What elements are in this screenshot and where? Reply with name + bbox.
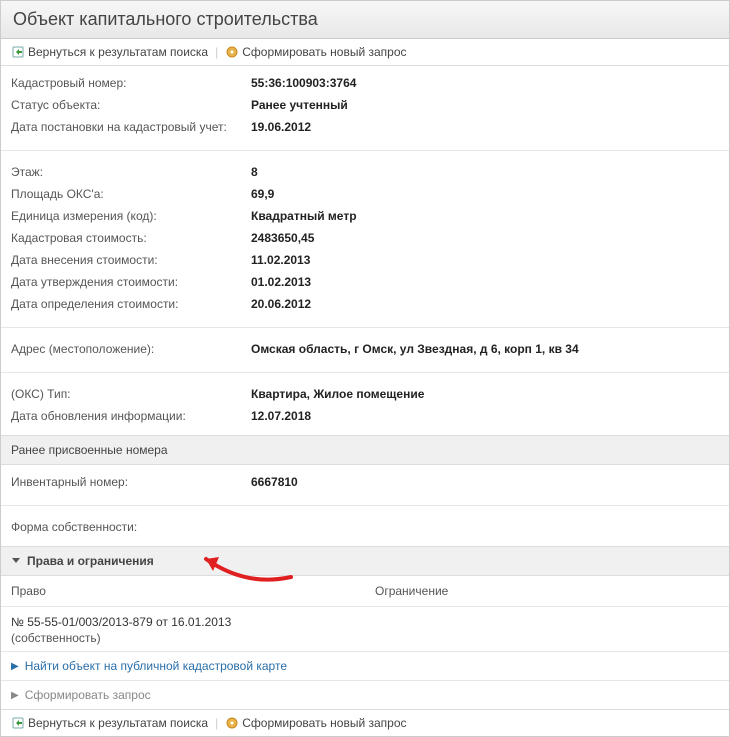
prop-floor: Этаж: 8 — [11, 161, 719, 183]
triangle-right-icon: ▶ — [11, 661, 19, 672]
prop-inventory-number: Инвентарный номер: 6667810 — [11, 471, 719, 493]
label: Адрес (местоположение): — [11, 342, 251, 356]
label: Дата обновления информации: — [11, 409, 251, 423]
prop-oks-type: (ОКС) Тип: Квартира, Жилое помещение — [11, 383, 719, 405]
properties-group-4: (ОКС) Тип: Квартира, Жилое помещение Дат… — [1, 377, 729, 435]
label: Инвентарный номер: — [11, 475, 251, 489]
value: 12.07.2018 — [251, 409, 719, 423]
label: Статус объекта: — [11, 98, 251, 112]
back-to-results-link-bottom[interactable]: Вернуться к результатам поиска — [11, 716, 208, 730]
prop-value-entered: Дата внесения стоимости: 11.02.2013 — [11, 249, 719, 271]
prev-numbers-heading: Ранее присвоенные номера — [1, 435, 729, 465]
value: Ранее учтенный — [251, 98, 719, 112]
value: 6667810 — [251, 475, 719, 489]
label: Единица измерения (код): — [11, 209, 251, 223]
toolbar-bottom: Вернуться к результатам поиска | Сформир… — [1, 709, 729, 736]
prop-address: Адрес (местоположение): Омская область, … — [11, 338, 719, 360]
find-on-map-row: ▶ Найти объект на публичной кадастровой … — [1, 652, 729, 681]
prop-value-approved: Дата утверждения стоимости: 01.02.2013 — [11, 271, 719, 293]
make-request-link[interactable]: Сформировать запрос — [25, 688, 151, 702]
value: 69,9 — [251, 187, 719, 201]
back-label: Вернуться к результатам поиска — [28, 45, 208, 59]
back-label: Вернуться к результатам поиска — [28, 716, 208, 730]
gear-icon — [225, 716, 239, 730]
value: Квартира, Жилое помещение — [251, 387, 719, 401]
col-right: Право — [1, 576, 365, 606]
rights-entry-number: № 55-55-01/003/2013-879 от 16.01.2013 — [11, 615, 719, 629]
make-request-row: ▶ Сформировать запрос — [1, 681, 729, 709]
new-query-link[interactable]: Сформировать новый запрос — [225, 45, 406, 59]
value: 11.02.2013 — [251, 253, 719, 267]
main-panel: Объект капитального строительства Вернут… — [0, 0, 730, 737]
col-restriction: Ограничение — [365, 576, 729, 606]
prop-reg-date: Дата постановки на кадастровый учет: 19.… — [11, 116, 719, 138]
gear-icon — [225, 45, 239, 59]
toolbar-separator: | — [215, 45, 218, 59]
label: Форма собственности: — [11, 520, 251, 534]
prop-value-determined: Дата определения стоимости: 20.06.2012 — [11, 293, 719, 315]
return-icon — [11, 45, 25, 59]
label: Площадь ОКС'а: — [11, 187, 251, 201]
triangle-right-icon: ▶ — [11, 690, 19, 701]
label: Этаж: — [11, 165, 251, 179]
value: Омская область, г Омск, ул Звездная, д 6… — [251, 342, 719, 356]
back-to-results-link[interactable]: Вернуться к результатам поиска — [11, 45, 208, 59]
divider — [1, 372, 729, 373]
value: 01.02.2013 — [251, 275, 719, 289]
value: 55:36:100903:3764 — [251, 76, 719, 90]
rights-columns-header: Право Ограничение — [1, 576, 729, 607]
rights-restrictions-toggle[interactable]: Права и ограничения — [1, 546, 729, 576]
new-query-label: Сформировать новый запрос — [242, 45, 406, 59]
label: Кадастровый номер: — [11, 76, 251, 90]
new-query-link-bottom[interactable]: Сформировать новый запрос — [225, 716, 406, 730]
caret-down-icon — [11, 554, 21, 568]
prop-status: Статус объекта: Ранее учтенный — [11, 94, 719, 116]
value: Квадратный метр — [251, 209, 719, 223]
prop-area: Площадь ОКС'а: 69,9 — [11, 183, 719, 205]
label: Дата утверждения стоимости: — [11, 275, 251, 289]
divider — [1, 150, 729, 151]
find-on-map-link[interactable]: Найти объект на публичной кадастровой ка… — [25, 659, 287, 673]
ownership-form-block: Форма собственности: — [1, 510, 729, 546]
properties-group-1: Кадастровый номер: 55:36:100903:3764 Ста… — [1, 66, 729, 146]
rights-entry-type: (собственность) — [11, 631, 719, 645]
rights-entry: № 55-55-01/003/2013-879 от 16.01.2013 (с… — [1, 607, 729, 652]
value: 2483650,45 — [251, 231, 719, 245]
value: 20.06.2012 — [251, 297, 719, 311]
label: Дата постановки на кадастровый учет: — [11, 120, 251, 134]
label: Дата внесения стоимости: — [11, 253, 251, 267]
value — [251, 520, 719, 534]
page-title: Объект капитального строительства — [1, 1, 729, 39]
new-query-label: Сформировать новый запрос — [242, 716, 406, 730]
prop-cad-value: Кадастровая стоимость: 2483650,45 — [11, 227, 719, 249]
prop-unit: Единица измерения (код): Квадратный метр — [11, 205, 719, 227]
divider — [1, 327, 729, 328]
prop-cadastral-number: Кадастровый номер: 55:36:100903:3764 — [11, 72, 719, 94]
label: Дата определения стоимости: — [11, 297, 251, 311]
divider — [1, 505, 729, 506]
properties-group-3: Адрес (местоположение): Омская область, … — [1, 332, 729, 368]
value: 19.06.2012 — [251, 120, 719, 134]
return-icon — [11, 716, 25, 730]
prev-numbers-block: Инвентарный номер: 6667810 — [1, 465, 729, 501]
toolbar-separator: | — [215, 716, 218, 730]
label: Кадастровая стоимость: — [11, 231, 251, 245]
properties-group-2: Этаж: 8 Площадь ОКС'а: 69,9 Единица изме… — [1, 155, 729, 323]
value: 8 — [251, 165, 719, 179]
toolbar-top: Вернуться к результатам поиска | Сформир… — [1, 39, 729, 66]
label: (ОКС) Тип: — [11, 387, 251, 401]
rights-heading: Права и ограничения — [27, 554, 154, 568]
prop-updated: Дата обновления информации: 12.07.2018 — [11, 405, 719, 427]
prop-ownership-form: Форма собственности: — [11, 516, 719, 538]
